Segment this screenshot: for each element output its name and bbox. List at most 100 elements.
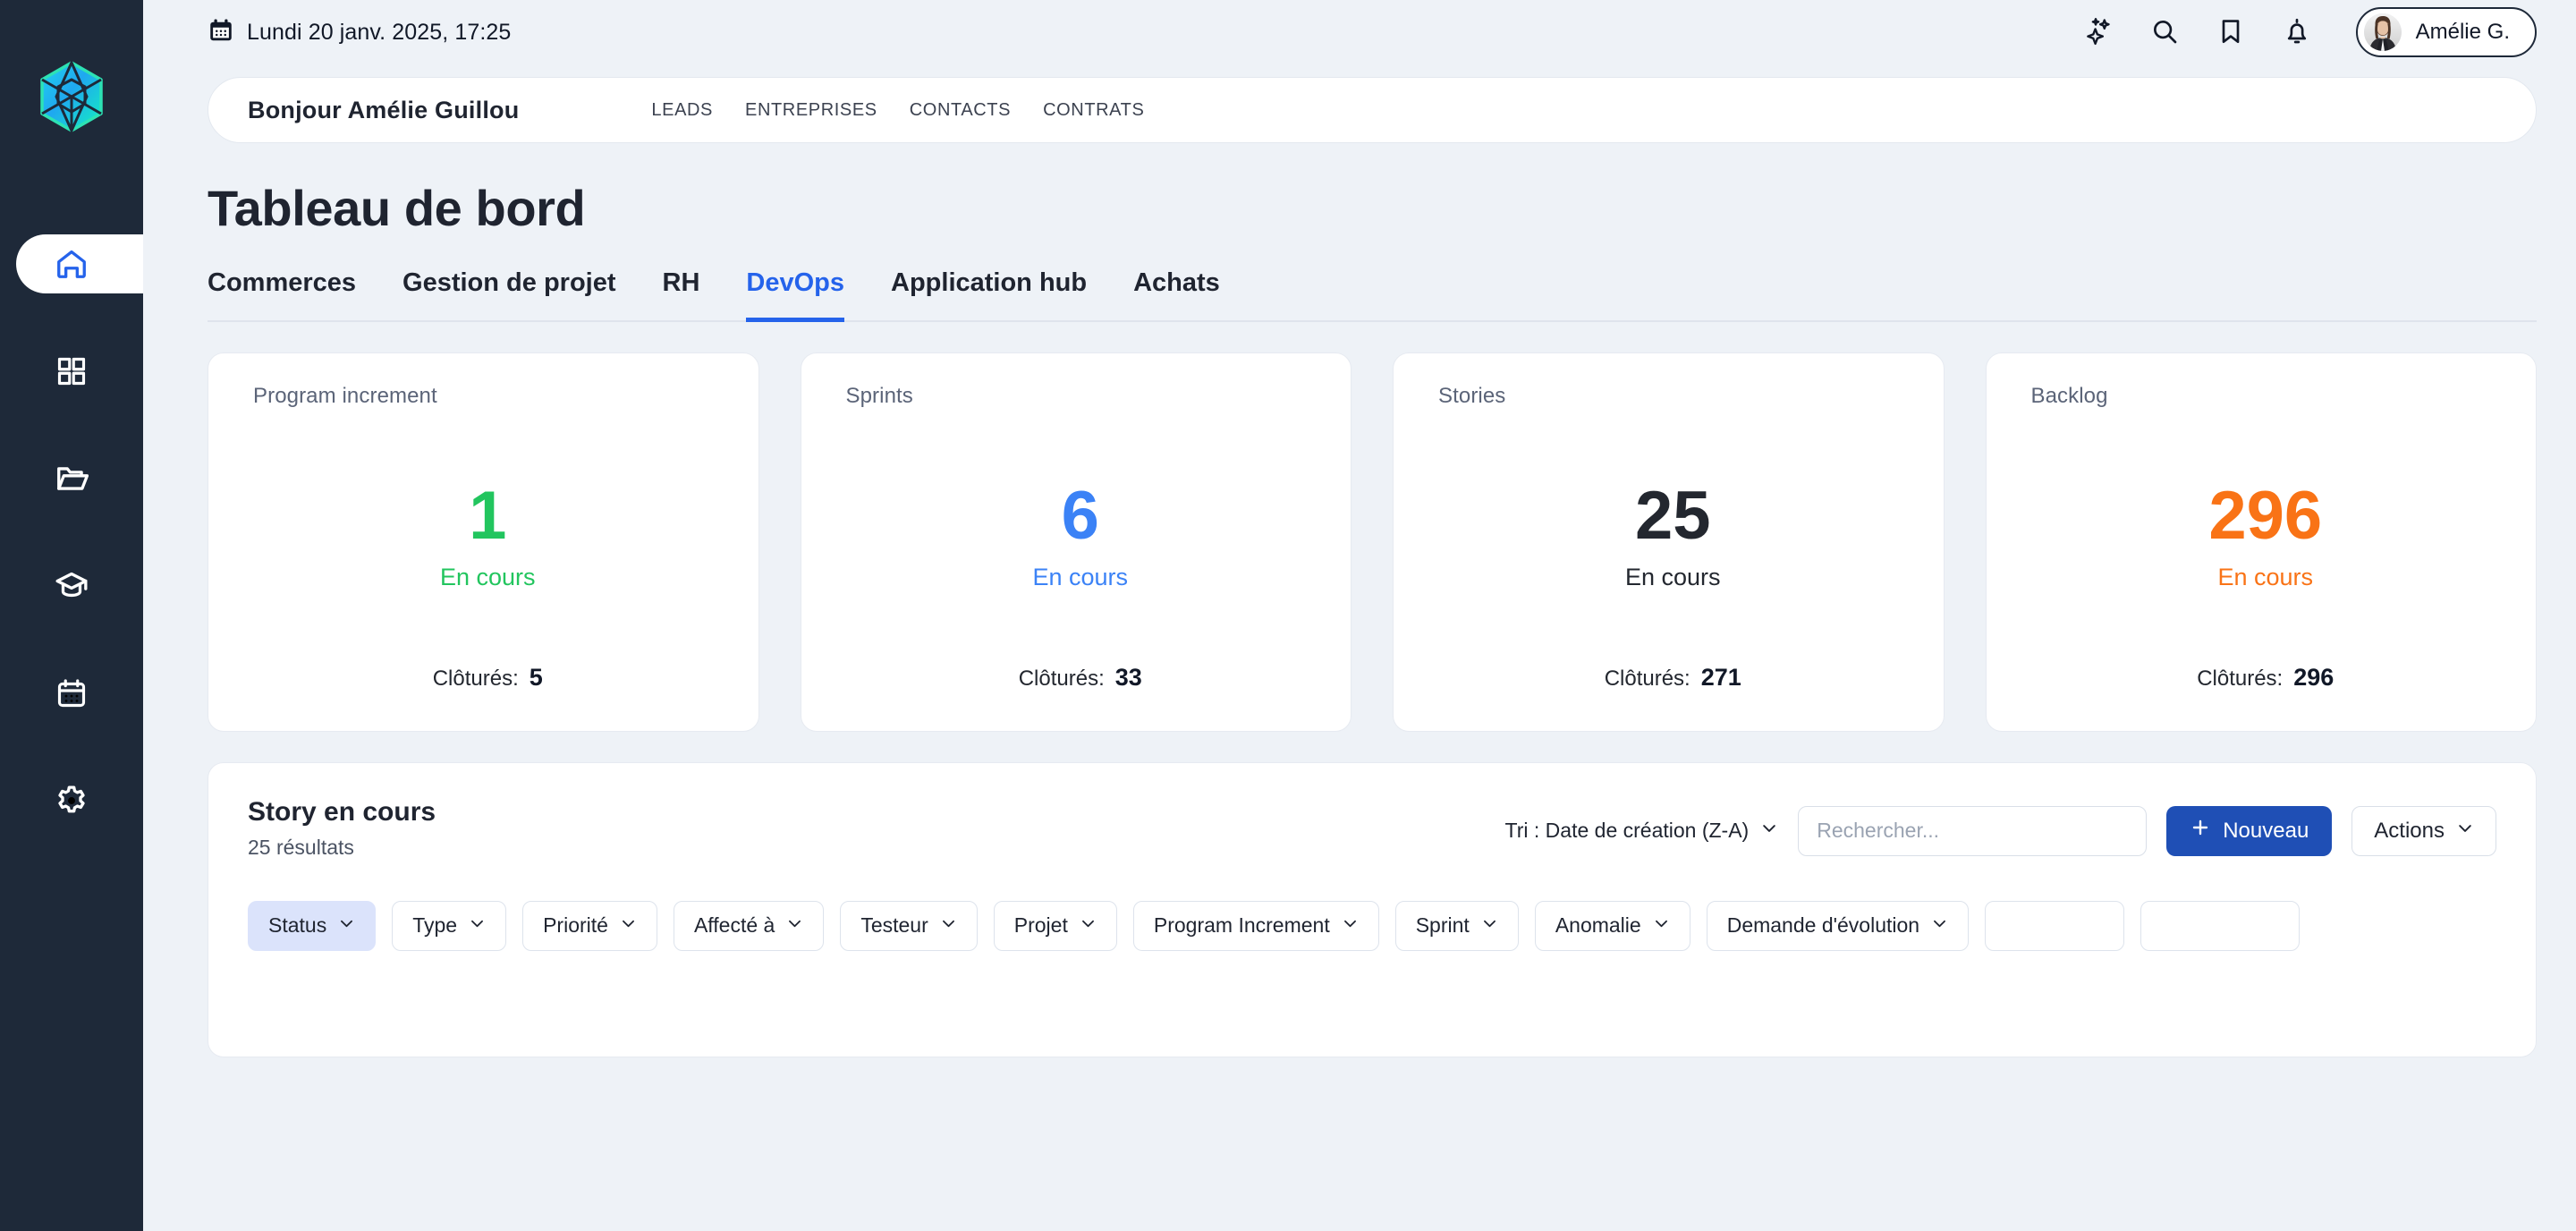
- filter-chip-label: Sprint: [1415, 913, 1470, 938]
- kpi-center: 6 En cours: [846, 409, 1316, 664]
- kpi-center: 296 En cours: [2031, 409, 2501, 664]
- search-input[interactable]: [1798, 805, 2148, 856]
- filter-chip-overflow-2[interactable]: [2140, 900, 2301, 951]
- kpi-label: Stories: [1438, 383, 1506, 408]
- new-button[interactable]: Nouveau: [2166, 805, 2333, 856]
- chevron-down-icon: [1760, 819, 1778, 843]
- kpi-closed-label: Clôturés:: [1604, 666, 1690, 691]
- chevron-down-icon: [1080, 913, 1097, 938]
- panel-header: Story en cours 25 résultats Tri : Date d…: [248, 797, 2496, 860]
- topbar-actions: Amélie G.: [2080, 7, 2537, 57]
- chevron-down-icon: [2456, 819, 2474, 844]
- filter-chip-priorite[interactable]: Priorité: [522, 900, 657, 951]
- app-logo[interactable]: [0, 54, 143, 143]
- greeting-title: Bonjour Amélie Guillou: [248, 96, 520, 123]
- tab-devops[interactable]: DevOps: [746, 268, 845, 322]
- sort-label: Tri : Date de création (Z-A): [1504, 819, 1750, 843]
- sidebar-nav: [0, 234, 143, 879]
- chevron-down-icon: [786, 913, 803, 938]
- kpi-closed-value: 5: [529, 663, 543, 691]
- chevron-down-icon: [620, 913, 637, 938]
- filter-chip-testeur[interactable]: Testeur: [840, 900, 978, 951]
- sidebar: [0, 0, 143, 1231]
- sidebar-item-learning[interactable]: [0, 556, 143, 616]
- plus-icon: [2190, 817, 2211, 845]
- folder-open-icon: [55, 462, 89, 496]
- chevron-down-icon: [469, 913, 486, 938]
- grid-apps-icon: [55, 355, 88, 387]
- kpi-value: 296: [2208, 477, 2323, 554]
- filter-chip-program-increment[interactable]: Program Increment: [1132, 900, 1379, 951]
- sidebar-item-home[interactable]: [0, 234, 143, 293]
- kpi-center: 25 En cours: [1438, 409, 1908, 664]
- tab-gestion-de-projet[interactable]: Gestion de projet: [402, 268, 615, 322]
- filter-chip-type[interactable]: Type: [392, 900, 507, 951]
- sidebar-item-files[interactable]: [0, 449, 143, 508]
- panel-heading-group: Story en cours 25 résultats: [248, 797, 436, 860]
- kpi-card-sprints[interactable]: Sprints 6 En cours Clôturés: 33: [800, 352, 1352, 732]
- kpi-label: Sprints: [845, 383, 913, 408]
- panel-results-count: 25 résultats: [248, 835, 354, 859]
- bookmark-icon: [2216, 17, 2245, 48]
- greeting-nav-leads[interactable]: LEADS: [651, 100, 713, 121]
- bookmarks-button[interactable]: [2213, 14, 2249, 50]
- filter-chip-anomalie[interactable]: Anomalie: [1534, 900, 1690, 951]
- kpi-closed-value: 271: [1700, 663, 1741, 691]
- kpi-footer: Clôturés: 5: [253, 664, 723, 695]
- sparkles-icon: [2083, 16, 2114, 49]
- user-menu[interactable]: Amélie G.: [2355, 7, 2537, 57]
- search-icon: [2150, 17, 2179, 48]
- kpi-footer: Clôturés: 296: [2031, 664, 2501, 695]
- filter-chip-label: Projet: [1013, 913, 1068, 938]
- notifications-button[interactable]: [2279, 14, 2315, 50]
- filter-chip-sprint[interactable]: Sprint: [1394, 900, 1519, 951]
- filter-chip-label: Status: [268, 913, 327, 938]
- filter-chip-overflow-1[interactable]: [1985, 900, 2125, 951]
- filter-chip-label: Testeur: [860, 913, 928, 938]
- greeting-nav-contrats[interactable]: CONTRATS: [1043, 100, 1144, 121]
- kpi-card-program-increment[interactable]: Program increment 1 En cours Clôturés: 5: [208, 352, 759, 732]
- greeting-nav-entreprises[interactable]: ENTREPRISES: [745, 100, 877, 121]
- tab-commerces[interactable]: Commerces: [208, 268, 356, 322]
- tab-achats[interactable]: Achats: [1133, 268, 1220, 322]
- filter-chip-label: Program Increment: [1153, 913, 1330, 938]
- calendar-icon: [55, 677, 88, 709]
- search-button[interactable]: [2147, 14, 2182, 50]
- topbar: Lundi 20 janv. 2025, 17:25 Amélie G.: [143, 0, 2576, 64]
- sidebar-item-apps[interactable]: [0, 342, 143, 401]
- user-name: Amélie G.: [2415, 20, 2510, 44]
- kpi-card-backlog[interactable]: Backlog 296 En cours Clôturés: 296: [1985, 352, 2537, 732]
- greeting-nav: LEADS ENTREPRISES CONTACTS CONTRATS: [651, 100, 1144, 121]
- ai-assistant-button[interactable]: [2080, 14, 2116, 50]
- kpi-status: En cours: [2217, 564, 2314, 591]
- chevron-down-icon: [338, 913, 355, 938]
- actions-button-label: Actions: [2374, 818, 2445, 843]
- kpi-value: 1: [469, 477, 507, 554]
- sidebar-item-settings[interactable]: [0, 771, 143, 830]
- panel-title: Story en cours: [248, 796, 436, 827]
- filter-chip-status[interactable]: Status: [248, 900, 377, 951]
- tab-rh[interactable]: RH: [663, 268, 700, 322]
- kpi-footer: Clôturés: 271: [1438, 664, 1908, 695]
- filter-chip-demande-devolution[interactable]: Demande d'évolution: [1706, 900, 1970, 951]
- dashboard-tabs: Commerces Gestion de projet RH DevOps Ap…: [208, 268, 2537, 322]
- cube-hexagon-logo-icon: [38, 58, 105, 137]
- sidebar-item-calendar[interactable]: [0, 664, 143, 723]
- kpi-status: En cours: [439, 564, 536, 591]
- kpi-card-stories[interactable]: Stories 25 En cours Clôturés: 271: [1393, 352, 1945, 732]
- actions-button[interactable]: Actions: [2351, 805, 2496, 856]
- greeting-bar: Bonjour Amélie Guillou LEADS ENTREPRISES…: [208, 77, 2537, 143]
- filter-chip-label: Anomalie: [1555, 913, 1641, 938]
- greeting-nav-contacts[interactable]: CONTACTS: [910, 100, 1011, 121]
- graduation-cap-icon: [55, 569, 89, 603]
- filter-chip-projet[interactable]: Projet: [993, 900, 1117, 951]
- filter-chips: Status Type Priorité Affecté à Testeur P…: [248, 900, 2496, 951]
- filter-chip-affecte-a[interactable]: Affecté à: [673, 900, 825, 951]
- sort-dropdown[interactable]: Tri : Date de création (Z-A): [1505, 819, 1779, 843]
- gear-icon: [55, 784, 89, 818]
- kpi-footer: Clôturés: 33: [846, 664, 1316, 695]
- home-icon: [55, 247, 89, 281]
- tab-application-hub[interactable]: Application hub: [891, 268, 1087, 322]
- kpi-label: Program increment: [253, 383, 437, 408]
- chevron-down-icon: [940, 913, 957, 938]
